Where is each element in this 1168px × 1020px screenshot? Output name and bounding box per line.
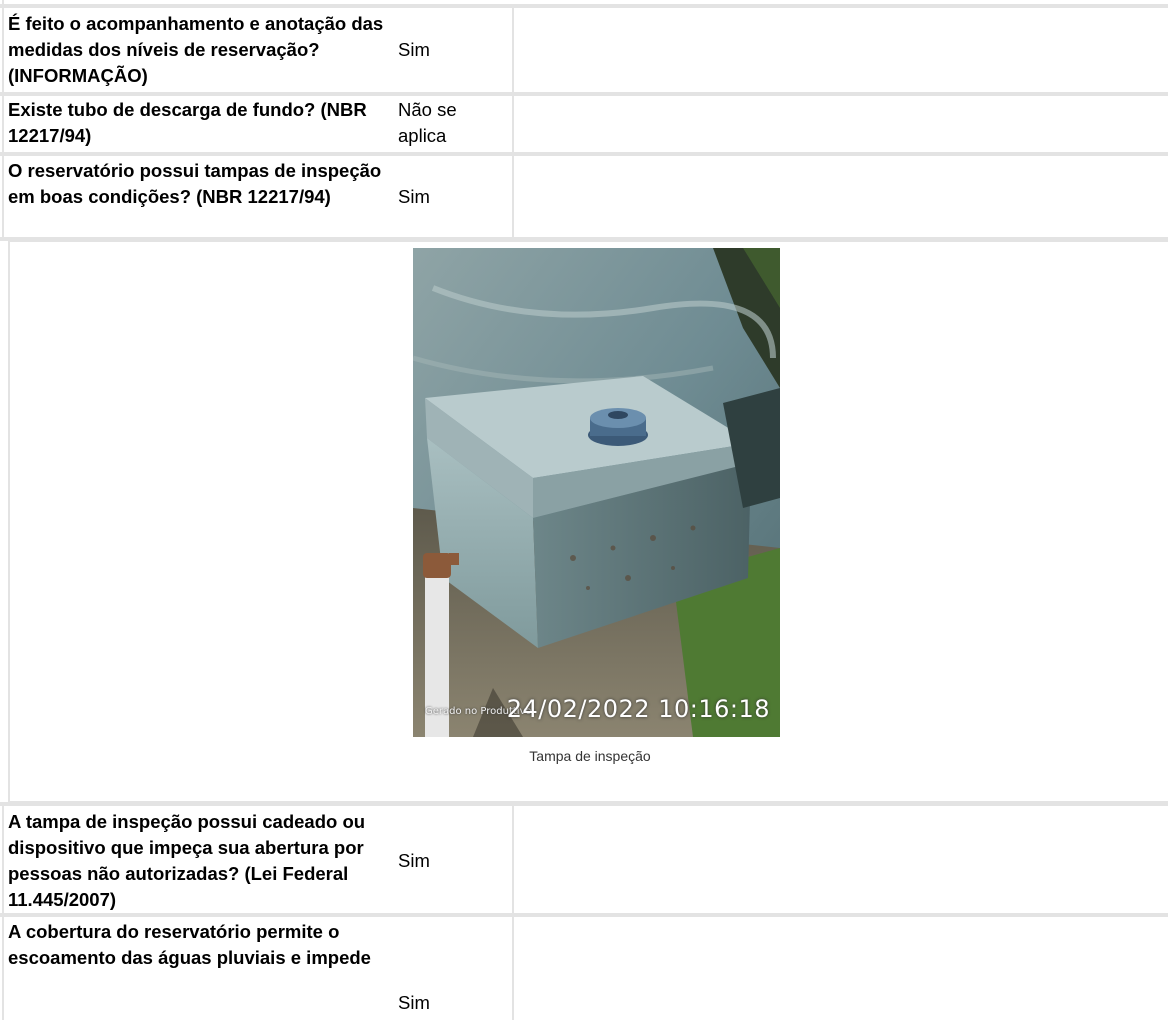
row-divider (0, 152, 1168, 156)
question-text: A tampa de inspeção possui cadeado ou di… (8, 811, 366, 910)
photo-panel: Gerado no Produttivo 24/02/2022 10:16:18… (8, 240, 1168, 803)
answer-text: Sim (398, 992, 430, 1013)
left-border (2, 0, 4, 240)
question-text: A cobertura do reservatório permite o es… (8, 921, 371, 968)
question-text: Existe tubo de descarga de fundo? (NBR 1… (8, 99, 367, 146)
photo-timestamp: 24/02/2022 10:16:18 (506, 695, 770, 723)
row-divider (0, 92, 1168, 96)
row-divider (0, 913, 1168, 917)
row-divider (0, 4, 1168, 8)
question-text: O reservatório possui tampas de inspeção… (8, 160, 382, 207)
left-border (2, 805, 4, 1020)
photo-caption: Tampa de inspeção (529, 748, 651, 764)
answer-text: Não se aplica (398, 99, 457, 146)
answer-column-divider (512, 6, 514, 240)
answer-column-divider (512, 805, 514, 1020)
answer-text: Sim (398, 39, 430, 60)
inspection-photo: Gerado no Produttivo 24/02/2022 10:16:18 (413, 248, 780, 737)
answer-text: Sim (398, 850, 430, 871)
question-text: É feito o acompanhamento e anotação das … (8, 13, 384, 86)
answer-text: Sim (398, 186, 430, 207)
